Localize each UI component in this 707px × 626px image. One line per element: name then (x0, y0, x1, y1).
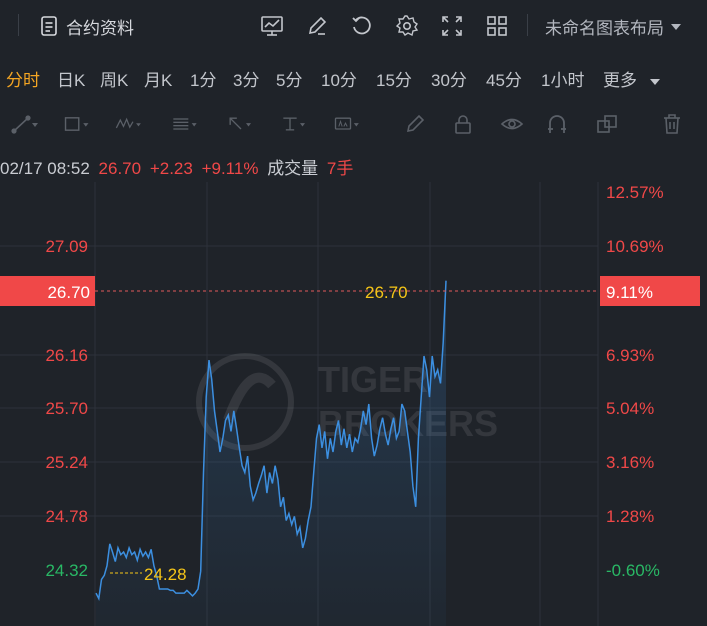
y-tick-right: 3.16% (606, 453, 654, 472)
y-tick-right: -0.60% (606, 561, 660, 580)
y-tick-right: 5.04% (606, 399, 654, 418)
current-price-badge-label: 26.70 (47, 283, 90, 302)
high-price-label: 26.70 (365, 283, 408, 302)
y-tick-left: 25.70 (45, 399, 88, 418)
y-tick-left: 26.16 (45, 346, 88, 365)
price-chart[interactable]: TIGER BROKERS 26.70 24.28 27.09 26.16 25… (0, 0, 707, 626)
y-tick-right: 10.69% (606, 237, 664, 256)
y-tick-left: 27.09 (45, 237, 88, 256)
watermark-line1: TIGER (318, 359, 428, 400)
y-tick-right: 12.57% (606, 183, 664, 202)
y-tick-left: 25.24 (45, 453, 88, 472)
current-pct-badge-label: 9.11% (606, 283, 653, 302)
y-tick-right: 6.93% (606, 346, 654, 365)
tiger-brokers-watermark: TIGER BROKERS (196, 353, 498, 451)
y-tick-right: 1.28% (606, 507, 654, 526)
y-tick-left: 24.32 (45, 561, 88, 580)
low-price-label: 24.28 (144, 565, 187, 584)
y-tick-left: 24.78 (45, 507, 88, 526)
